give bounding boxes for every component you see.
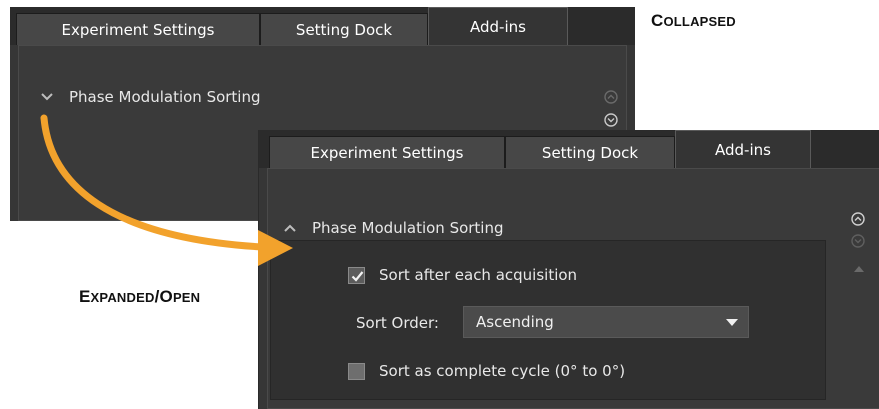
section-header-phase-modulation-sorting[interactable]: Phase Modulation Sorting <box>39 88 261 106</box>
sort-order-value: Ascending <box>476 313 554 331</box>
section-header-phase-modulation-sorting[interactable]: Phase Modulation Sorting <box>282 219 504 237</box>
tab-strip: Experiment Settings Setting Dock Add-ins <box>10 7 635 45</box>
expanded-open-label: EXPANDED/OPEN <box>79 287 201 306</box>
tab-strip: Experiment Settings Setting Dock Add-ins <box>259 130 879 168</box>
expand-all-icon[interactable] <box>850 233 866 249</box>
complete-cycle-checkbox[interactable] <box>348 362 365 380</box>
sort-after-each-label: Sort after each acquisition <box>379 266 578 284</box>
tab-setting-dock[interactable]: Setting Dock <box>260 13 428 45</box>
sort-order-label: Sort Order: <box>356 314 439 332</box>
scroll-up-arrow-icon[interactable] <box>854 265 864 273</box>
sort-order-dropdown[interactable]: Ascending <box>463 306 749 338</box>
dropdown-caret-icon <box>726 319 738 326</box>
collapse-all-icon[interactable] <box>850 211 866 227</box>
tab-add-ins[interactable]: Add-ins <box>675 130 811 168</box>
collapsed-label: COLLAPSED <box>651 11 736 30</box>
section-title: Phase Modulation Sorting <box>312 219 504 237</box>
complete-cycle-label: Sort as complete cycle (0° to 0°) <box>379 362 626 380</box>
expand-all-icon[interactable] <box>603 112 619 128</box>
chevron-down-icon <box>41 93 53 101</box>
collapse-all-icon[interactable] <box>603 89 619 105</box>
sort-after-each-checkbox[interactable] <box>348 266 365 284</box>
section-title: Phase Modulation Sorting <box>69 88 261 106</box>
tab-add-ins[interactable]: Add-ins <box>428 7 568 45</box>
chevron-up-icon <box>284 224 296 232</box>
tab-experiment-settings[interactable]: Experiment Settings <box>269 136 505 168</box>
checkmark-icon <box>351 270 364 282</box>
sort-order-label-row: Sort Order: <box>356 314 439 332</box>
sort-after-each-acquisition-option[interactable]: Sort after each acquisition <box>348 266 577 284</box>
sort-as-complete-cycle-option[interactable]: Sort as complete cycle (0° to 0°) <box>348 362 625 380</box>
tab-setting-dock[interactable]: Setting Dock <box>505 136 675 168</box>
tab-experiment-settings[interactable]: Experiment Settings <box>16 13 260 45</box>
